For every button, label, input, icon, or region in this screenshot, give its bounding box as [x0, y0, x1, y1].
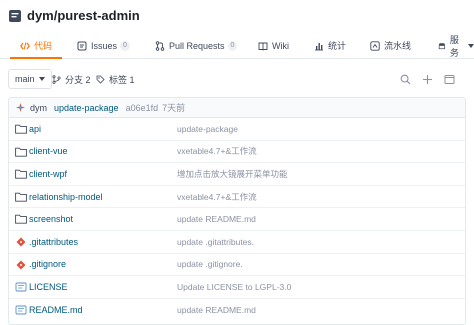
commit-time: 7天前 — [162, 103, 186, 113]
file-row[interactable]: screenshot update README.md — [9, 208, 465, 231]
issues-count-badge: 0 — [120, 40, 130, 51]
file-name[interactable]: screenshot — [29, 214, 73, 224]
commit-message[interactable]: update-package — [54, 103, 119, 113]
file-name[interactable]: README.md — [29, 305, 83, 315]
tab-wiki[interactable]: Wiki — [258, 32, 289, 59]
search-button[interactable] — [396, 70, 414, 88]
file-row[interactable]: .gitattributes update .gitattributes. — [9, 231, 465, 254]
repo-name[interactable]: dym/purest-admin — [27, 8, 140, 23]
folder-icon — [15, 169, 27, 179]
file-commit-message[interactable]: update-package — [177, 124, 238, 134]
code-icon — [20, 41, 30, 50]
add-file-button[interactable] — [418, 70, 436, 88]
stats-icon — [315, 42, 323, 50]
tab-service[interactable]: 服务 — [438, 32, 474, 59]
tag-icon — [96, 75, 105, 84]
file-commit-message[interactable]: update README.md — [177, 214, 256, 224]
file-name[interactable]: client-wpf — [29, 169, 67, 179]
repo-toolbar: main 分支 2 标签 1 — [0, 66, 474, 92]
tab-pipeline[interactable]: 流水线 — [370, 32, 411, 59]
file-name[interactable]: LICENSE — [29, 282, 68, 292]
git-file-icon — [16, 260, 26, 270]
file-list: dym update-package a06e1fd 7天前 api updat… — [8, 97, 466, 325]
branches-link[interactable]: 分支 2 — [52, 69, 91, 89]
pipeline-icon — [370, 40, 380, 51]
folder-icon — [15, 215, 27, 225]
service-icon — [438, 42, 446, 49]
folder-icon — [15, 147, 27, 157]
branches-label: 分支 2 — [65, 74, 91, 85]
file-commit-message[interactable]: 增加点击放大镜展开菜单功能 — [177, 168, 288, 180]
service-dropdown-caret — [468, 43, 474, 48]
commit-hash[interactable]: a06e1fd — [126, 103, 159, 113]
commit-author[interactable]: dym — [30, 103, 47, 113]
file-row[interactable]: relationship-model vxetable4.7+&工作流 — [9, 186, 465, 209]
tags-label: 标签 1 — [109, 74, 135, 85]
file-name[interactable]: api — [29, 124, 41, 134]
license-file-icon — [15, 282, 27, 292]
file-name[interactable]: client-vue — [29, 146, 68, 156]
tab-code[interactable]: 代码 — [9, 32, 63, 59]
pull-requests-count-badge: 0 — [227, 40, 238, 51]
latest-commit-bar: dym update-package a06e1fd 7天前 — [9, 98, 465, 118]
repo-header: dym/purest-admin 代码 Issues 0 Pull Reques… — [0, 0, 474, 59]
git-file-icon — [16, 237, 26, 247]
branch-icon — [52, 74, 61, 84]
wiki-icon — [258, 42, 268, 51]
chevron-down-icon — [38, 77, 45, 81]
tab-code-label: 代码 — [34, 41, 53, 51]
file-commit-message[interactable]: update .gitattributes. — [177, 237, 254, 247]
repo-tabs: 代码 Issues 0 Pull Requests 0 Wiki 统计 流水线 … — [0, 32, 474, 59]
tab-pull-requests[interactable]: Pull Requests 0 — [155, 32, 238, 59]
pull-request-icon — [155, 40, 165, 51]
file-row[interactable]: README.md update README.md — [9, 299, 465, 322]
web-ide-icon — [444, 74, 454, 84]
tab-stats-label: 统计 — [328, 41, 347, 51]
file-row[interactable]: client-wpf 增加点击放大镜展开菜单功能 — [9, 163, 465, 186]
file-name[interactable]: relationship-model — [29, 192, 103, 202]
file-row[interactable]: .gitignore update .gitignore. — [9, 254, 465, 277]
file-commit-message[interactable]: update .gitignore. — [177, 259, 243, 269]
repo-title: dym/purest-admin — [8, 8, 140, 23]
tab-issues[interactable]: Issues 0 — [77, 32, 130, 59]
file-row[interactable]: LICENSE Update LICENSE to LGPL-3.0 — [9, 276, 465, 299]
branch-select[interactable]: main — [8, 69, 52, 89]
tab-pull-requests-label: Pull Requests — [169, 40, 225, 51]
avatar — [16, 103, 25, 112]
file-row[interactable]: api update-package — [9, 118, 465, 141]
tab-service-label: 服务 — [449, 34, 459, 58]
file-commit-message[interactable]: update README.md — [177, 305, 256, 315]
tab-issues-label: Issues — [91, 40, 118, 51]
file-row[interactable]: client-vue vxetable4.7+&工作流 — [9, 141, 465, 164]
folder-icon — [15, 192, 27, 202]
file-commit-message[interactable]: vxetable4.7+&工作流 — [177, 145, 257, 157]
file-name[interactable]: .gitattributes — [29, 237, 78, 247]
readme-file-icon — [15, 305, 27, 315]
file-commit-message[interactable]: Update LICENSE to LGPL-3.0 — [177, 282, 291, 292]
tab-stats[interactable]: 统计 — [314, 32, 346, 59]
tags-link[interactable]: 标签 1 — [96, 69, 135, 89]
issues-icon — [77, 41, 87, 50]
file-name[interactable]: .gitignore — [29, 259, 66, 269]
repo-icon — [9, 9, 21, 22]
tab-wiki-label: Wiki — [272, 40, 289, 51]
search-icon — [400, 74, 410, 84]
file-commit-message[interactable]: vxetable4.7+&工作流 — [177, 191, 257, 203]
web-ide-button[interactable] — [440, 70, 458, 88]
branch-select-value: main — [15, 74, 35, 84]
tab-pipeline-label: 流水线 — [384, 41, 412, 51]
folder-icon — [15, 124, 27, 134]
plus-icon — [422, 74, 432, 84]
